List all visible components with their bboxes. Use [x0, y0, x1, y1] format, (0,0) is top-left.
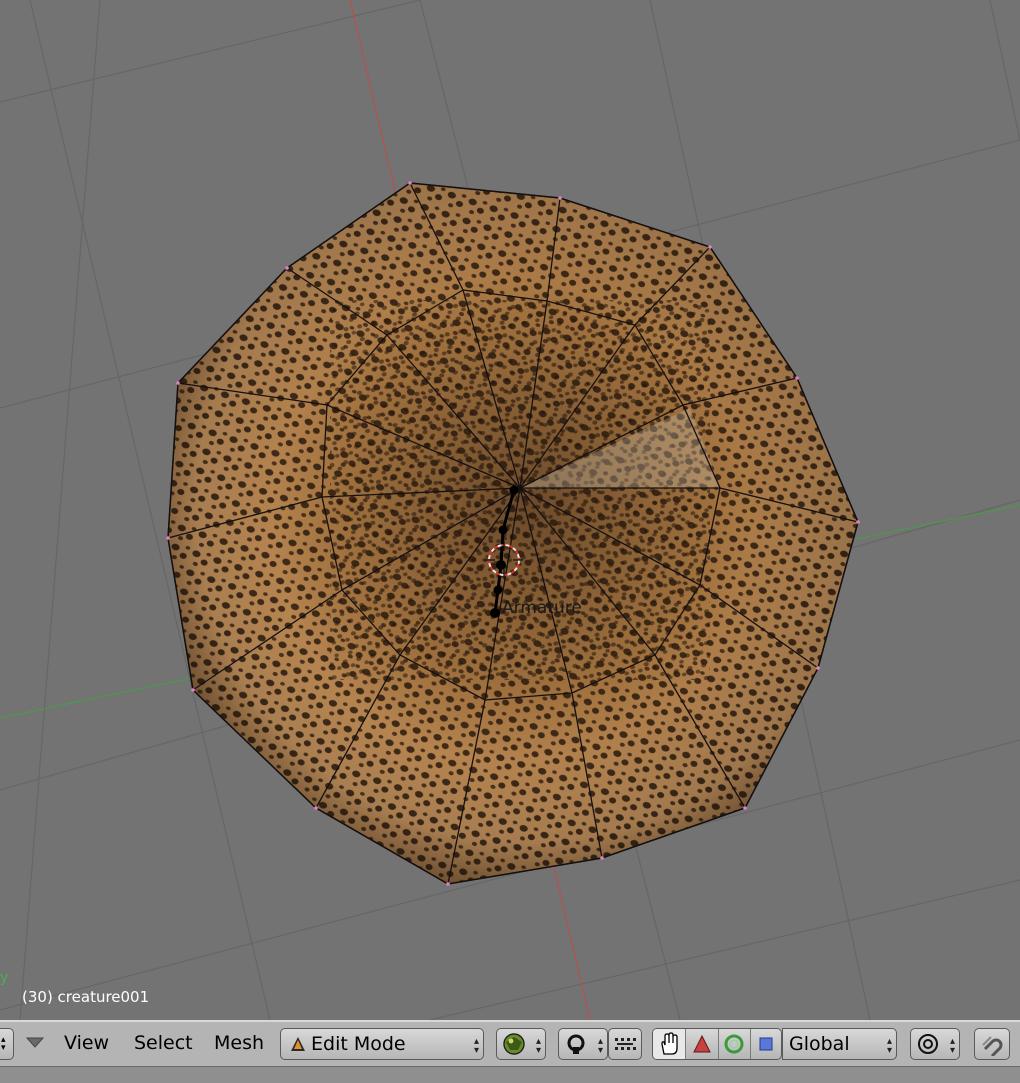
- 3d-viewport[interactable]: Armature y (30) creature001: [0, 0, 1020, 1020]
- view3d-header: ▴ ▾ View Select Mesh Edit Mode ▴ ▾ ▴ ▾ ▴ ▾: [0, 1020, 1020, 1083]
- updown-arrows-icon: ▴ ▾: [473, 1036, 479, 1056]
- mode-selector-value: Edit Mode: [311, 1033, 406, 1055]
- menu-select[interactable]: Select: [134, 1032, 193, 1054]
- creature-mesh[interactable]: [150, 170, 870, 900]
- orientation-selector[interactable]: Global ▴ ▾: [782, 1028, 897, 1060]
- header-bottom-strip: [0, 1066, 1020, 1083]
- editor-type-selector[interactable]: ▴ ▾: [0, 1028, 14, 1060]
- updown-arrows-icon: ▴ ▾: [886, 1036, 892, 1056]
- updown-arrows-icon: ▴ ▾: [535, 1036, 541, 1056]
- proportional-edit-icon: [916, 1032, 940, 1056]
- updown-arrows-icon: ▴ ▾: [1, 1035, 6, 1053]
- magnet-icon: [980, 1032, 1004, 1056]
- orientation-selector-value: Global: [789, 1033, 850, 1055]
- updown-arrows-icon: ▴ ▾: [949, 1036, 955, 1056]
- hand-grab-icon[interactable]: [653, 1029, 686, 1059]
- collapse-menus-triangle-icon[interactable]: [25, 1036, 45, 1050]
- menu-mesh[interactable]: Mesh: [214, 1032, 264, 1054]
- scale-square-icon[interactable]: [751, 1029, 781, 1059]
- manipulator-group: [652, 1028, 782, 1060]
- edit-mode-triangle-icon: [289, 1035, 307, 1053]
- updown-arrows-icon: ▴ ▾: [597, 1036, 603, 1056]
- menu-view[interactable]: View: [64, 1032, 109, 1054]
- rotate-ring-icon[interactable]: [719, 1029, 752, 1059]
- viewport-shading-selector[interactable]: ▴ ▾: [496, 1028, 546, 1060]
- snap-toggle[interactable]: [974, 1028, 1010, 1060]
- armature-label: Armature: [502, 598, 582, 618]
- textured-sphere-icon: [501, 1031, 527, 1057]
- mode-selector[interactable]: Edit Mode ▴ ▾: [280, 1028, 484, 1060]
- pivot-point-selector[interactable]: ▴ ▾: [558, 1028, 608, 1060]
- object-info-text: (30) creature001: [22, 988, 150, 1006]
- manipulator-dots-icon: [613, 1035, 637, 1053]
- viewport-canvas[interactable]: [0, 0, 1020, 1020]
- translate-arrow-icon[interactable]: [686, 1029, 719, 1059]
- transform-manipulator-toggle[interactable]: [608, 1028, 642, 1060]
- y-axis-label: y: [0, 970, 9, 986]
- proportional-edit-selector[interactable]: ▴ ▾: [910, 1028, 960, 1060]
- pivot-point-icon: [564, 1032, 588, 1056]
